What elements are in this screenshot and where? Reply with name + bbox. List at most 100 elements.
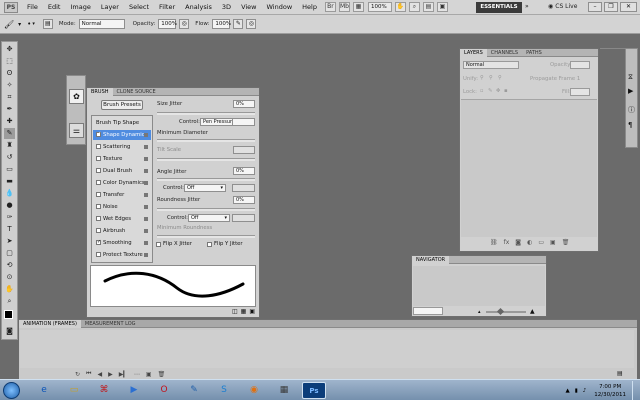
crop-tool-icon[interactable]: ⌗ [4, 92, 15, 103]
workspace-essentials-button[interactable]: ESSENTIALS [476, 2, 522, 13]
brush-tool-icon[interactable]: ✎ [4, 128, 15, 139]
eyedropper-tool-icon[interactable]: ✒ [4, 104, 15, 115]
flip-x-jitter-checkbox[interactable]: Flip X Jitter [156, 241, 192, 247]
zoom-tool-icon[interactable]: ⌕ [4, 296, 15, 307]
checkbox-box[interactable] [96, 180, 101, 185]
actions-panel-icon[interactable]: ▶ [628, 87, 633, 95]
photoshop-taskbar-icon[interactable]: Ps [302, 382, 326, 399]
checkbox-box[interactable] [96, 156, 101, 161]
lock-icon[interactable] [144, 241, 148, 245]
layer-style-icon[interactable]: fx [504, 239, 510, 246]
flow-field[interactable]: 100% [212, 19, 231, 29]
tab-clone-source[interactable]: CLONE SOURCE [113, 88, 160, 96]
lock-icon[interactable] [144, 193, 148, 197]
tab-measurement-log[interactable]: MEASUREMENT LOG [81, 320, 140, 328]
new-brush-preset-icon[interactable]: ▣ [249, 308, 255, 315]
checkbox-box[interactable] [96, 144, 101, 149]
navigator-slider-thumb[interactable] [496, 307, 505, 316]
size-jitter-slider[interactable] [157, 112, 255, 115]
minimum-diameter-slider[interactable] [157, 139, 255, 142]
brush-option-airbrush[interactable]: Airbrush [93, 226, 151, 236]
timeline-switch-icon[interactable]: ▤ [617, 370, 623, 377]
previous-frame-icon[interactable]: ◀ [97, 371, 102, 378]
brush-option-brush-tip-shape[interactable]: Brush Tip Shape [93, 118, 151, 128]
zoom-level-field[interactable]: 100% [367, 2, 392, 12]
type-tool-icon[interactable]: T [4, 224, 15, 235]
checkbox-box[interactable]: ✓ [96, 240, 101, 245]
shape-tool-icon[interactable]: ▢ [4, 248, 15, 259]
control-roundness-select[interactable]: Off ▾ [188, 214, 230, 222]
brush-option-color-dynamics[interactable]: Color Dynamics [93, 178, 151, 188]
dodge-tool-icon[interactable]: ● [4, 200, 15, 211]
close-button[interactable]: ✕ [620, 2, 637, 12]
brush-option-protect-texture[interactable]: Protect Texture [93, 250, 151, 260]
tray-arrow-icon[interactable]: ▲ [566, 388, 570, 394]
pen-tool-icon[interactable]: ✑ [4, 212, 15, 223]
brush-option-scattering[interactable]: Scattering [93, 142, 151, 152]
view-extras-button[interactable]: ▦ [352, 2, 364, 12]
3d-rotate-tool-icon[interactable]: ⟲ [4, 260, 15, 271]
restore-button[interactable]: ❐ [604, 2, 618, 12]
lasso-tool-icon[interactable]: ʘ [4, 68, 15, 79]
brush-size-dot-icon[interactable]: • [27, 20, 31, 28]
checkbox-box[interactable] [96, 192, 101, 197]
calculator-icon[interactable]: ▦ [272, 382, 296, 399]
brush-option-shape-dynamics[interactable]: ✓ Shape Dynamics [93, 130, 151, 140]
eraser-tool-icon[interactable]: ▭ [4, 164, 15, 175]
toggle-live-tip-icon[interactable]: ◫ [232, 308, 238, 315]
menu-select[interactable]: Select [124, 3, 154, 11]
brush-grid-icon[interactable]: ▦ [241, 308, 247, 315]
clone-source-panel-icon[interactable]: ⚌ [69, 123, 84, 138]
opera-icon[interactable]: O [152, 382, 176, 399]
menu-filter[interactable]: Filter [154, 3, 180, 11]
brush-panel-icon[interactable]: ✿ [69, 89, 84, 104]
media-player-icon[interactable]: ▶ [122, 382, 146, 399]
lock-icon[interactable] [144, 229, 148, 233]
blur-tool-icon[interactable]: 💧 [4, 188, 15, 199]
history-panel-icon[interactable]: ⧖ [628, 73, 633, 82]
move-tool-icon[interactable]: ✥ [4, 44, 15, 55]
brush-option-dual-brush[interactable]: Dual Brush [93, 166, 151, 176]
start-button[interactable] [3, 382, 20, 399]
paragraph-panel-icon[interactable]: ¶ [628, 121, 632, 129]
tab-brush[interactable]: BRUSH [87, 87, 113, 96]
zoom-in-icon[interactable]: ▲ [530, 308, 535, 315]
menu-analysis[interactable]: Analysis [180, 3, 217, 11]
toggle-brush-panel-button[interactable]: ▤ [42, 19, 53, 29]
size-jitter-field[interactable]: 0% [233, 100, 255, 108]
loop-options-icon[interactable]: ↻ [75, 371, 80, 378]
tool-preset-arrow-icon[interactable]: ▾ [18, 21, 21, 28]
lock-icon[interactable] [144, 217, 148, 221]
lock-icon[interactable] [144, 157, 148, 161]
foreground-color-swatch[interactable] [4, 310, 13, 319]
flip-y-jitter-checkbox[interactable]: Flip Y Jitter [207, 241, 243, 247]
brush-option-noise[interactable]: Noise [93, 202, 151, 212]
next-frame-icon[interactable]: ▶▎ [119, 371, 128, 378]
skype-icon[interactable]: S [212, 382, 236, 399]
opacity-field[interactable]: 100% [158, 19, 177, 29]
zoom-out-icon[interactable]: ▴ [478, 309, 481, 315]
delete-layer-icon[interactable]: 🗑 [562, 239, 570, 246]
brush-tool-icon[interactable]: 🖌 [4, 20, 14, 29]
clone-stamp-tool-icon[interactable]: ♜ [4, 140, 15, 151]
paint-icon[interactable]: ✎ [182, 382, 206, 399]
checkbox-box[interactable]: ✓ [96, 132, 101, 137]
hand-icon[interactable]: ✋ [394, 2, 406, 12]
roundness-jitter-slider[interactable] [157, 208, 255, 211]
tab-channels[interactable]: CHANNELS [487, 49, 522, 57]
workspace-arrow-icon[interactable]: » [525, 3, 529, 10]
show-desktop-button[interactable] [632, 380, 640, 400]
menu-help[interactable]: Help [297, 3, 322, 11]
bridge-button[interactable]: Br [324, 2, 336, 12]
volume-icon[interactable]: ♪ [583, 388, 587, 394]
tab-animation-frames[interactable]: ANIMATION (FRAMES) [19, 319, 81, 328]
info-panel-icon[interactable]: ⓘ [628, 105, 635, 115]
new-group-icon[interactable]: ▭ [538, 239, 544, 246]
checkbox-box[interactable] [96, 204, 101, 209]
layer-mask-icon[interactable]: ◙ [515, 239, 521, 246]
new-layer-icon[interactable]: ▣ [550, 239, 556, 246]
tab-paths[interactable]: PATHS [522, 49, 546, 57]
quick-mask-icon[interactable]: ◙ [4, 326, 15, 337]
checkbox-box[interactable] [96, 216, 101, 221]
clock[interactable]: 7:00 PM 12/30/2011 [594, 383, 626, 399]
